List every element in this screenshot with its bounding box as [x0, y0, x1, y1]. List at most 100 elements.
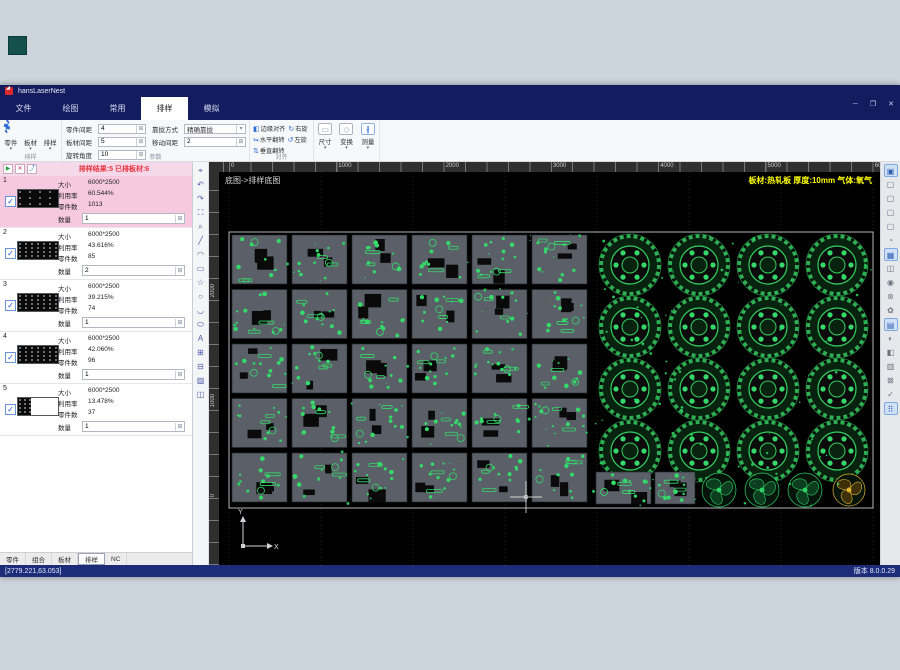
sheet-thumbnail[interactable] [17, 397, 59, 416]
tool-5-tool-icon[interactable]: ▢ [884, 220, 898, 233]
ribbon-part-button[interactable]: 零件 ▾ [2, 122, 20, 153]
tab-common[interactable]: 常用 [94, 97, 141, 120]
quantity-field[interactable]: ⊞ [82, 421, 185, 432]
rotate-left-button[interactable]: ↺左旋 [288, 135, 307, 144]
rotate-right-button[interactable]: ↻右旋 [288, 124, 307, 133]
dimension-button[interactable]: ▭ 尺寸 ▾ [316, 122, 334, 153]
text-tool-icon[interactable]: A [194, 332, 207, 345]
nest-result-item[interactable]: 5 ✓ 大小6000*2500 利用率13.478% 零件数37 数量 ⊞ [0, 384, 192, 436]
part-gap-input[interactable] [99, 125, 136, 133]
quantity-input[interactable] [83, 214, 175, 223]
approach-mode-select[interactable]: 精确靠拢 ▾ [184, 124, 246, 134]
line-tool-icon[interactable]: ╱ [194, 234, 207, 247]
params-tool-icon[interactable]: ✿ [884, 304, 898, 317]
checkbox-checked-icon[interactable]: ✓ [5, 248, 16, 259]
bottom-tab-nc[interactable]: NC [105, 553, 127, 565]
quantity-field[interactable]: ⊞ [82, 265, 185, 276]
zoom-fit-tool-icon[interactable]: ⛶ [194, 206, 207, 219]
columns-tool-icon[interactable]: ▥ [884, 360, 898, 373]
tool-2-tool-icon[interactable]: ▢ [884, 178, 898, 191]
target-tool-icon[interactable]: ◉ [884, 276, 898, 289]
nest-result-item[interactable]: 3 ✓ 大小6000*2500 利用率39.215% 零件数74 数量 ⊞ [0, 280, 192, 332]
quantity-input[interactable] [83, 318, 175, 327]
rectangle-tool-icon[interactable]: ▭ [194, 262, 207, 275]
array-tool-icon[interactable]: ⊞ [194, 346, 207, 359]
plate-gap-input[interactable] [99, 138, 136, 146]
flip-horizontal-button[interactable]: ⇋水平翻转 [253, 135, 285, 144]
nest-drawing[interactable]: XY [219, 172, 880, 565]
tool-3-tool-icon[interactable]: ▢ [884, 192, 898, 205]
arc-bottom-tool-icon[interactable]: ◡ [194, 304, 207, 317]
zoom-window-tool-icon[interactable]: ⌕ [194, 220, 207, 233]
spinner-icon[interactable]: ⊞ [175, 215, 184, 223]
merge-tool-icon[interactable]: ⊟ [194, 360, 207, 373]
chevron-down-icon[interactable]: ▾ [236, 125, 245, 133]
bottom-tab-groups[interactable]: 组合 [26, 553, 52, 565]
quantity-input[interactable] [83, 370, 175, 379]
circle-tool-icon[interactable]: ○ [194, 290, 207, 303]
select-tool-icon[interactable]: ⌖ [194, 164, 207, 177]
bottom-tab-nest[interactable]: 排样 [78, 553, 105, 565]
spinner-icon[interactable]: ⊞ [175, 423, 184, 431]
settings-tool-icon[interactable]: ⊛ [884, 290, 898, 303]
ribbon-plate-button[interactable]: 板材 ▾ [22, 122, 40, 153]
move-gap-input[interactable] [185, 138, 236, 146]
apply-tool-icon[interactable]: ✓ [884, 388, 898, 401]
split-view-tool-icon[interactable]: ◫ [884, 262, 898, 275]
maximize-button[interactable]: ❐ [870, 100, 876, 108]
remove-tool-icon[interactable]: ⊠ [884, 374, 898, 387]
arc-tool-icon[interactable]: ◠ [194, 248, 207, 261]
minimize-button[interactable]: ─ [853, 101, 858, 108]
quantity-input[interactable] [83, 266, 175, 275]
contrast-tool-icon[interactable]: ◐ [884, 332, 898, 345]
quantity-field[interactable]: ⊞ [82, 213, 185, 224]
checkbox-checked-icon[interactable]: ✓ [5, 300, 16, 311]
tab-simulate[interactable]: 模拟 [188, 97, 235, 120]
nest-result-item[interactable]: 4 ✓ 大小6000*2500 利用率42.060% 零件数96 数量 ⊞ [0, 332, 192, 384]
transform-button[interactable]: ◇ 变换 ▾ [337, 122, 355, 153]
edge-align-button[interactable]: ◧边缘对齐 [253, 124, 285, 133]
nest-canvas[interactable]: XY 底图->排样底图 板材:热轧板 厚度:10mm 气体:氧气 [219, 172, 880, 565]
result-run-icon[interactable]: ▶ [3, 164, 13, 174]
panel-left-tool-icon[interactable]: ◧ [884, 346, 898, 359]
more-tool-icon[interactable]: ⠿ [884, 402, 898, 415]
ellipse-tool-icon[interactable]: ⬭ [194, 318, 207, 331]
result-export-icon[interactable]: ⤴ [27, 164, 37, 174]
part-gap-field[interactable]: ⊞ [98, 124, 146, 134]
desktop-shortcut[interactable] [8, 36, 27, 55]
checkbox-checked-icon[interactable]: ✓ [5, 196, 16, 207]
quantity-field[interactable]: ⊞ [82, 317, 185, 328]
ribbon-nest-button[interactable]: 排样 ▾ [41, 122, 59, 153]
tab-draw[interactable]: 绘图 [47, 97, 94, 120]
close-button[interactable]: ✕ [888, 100, 894, 108]
hatch-tool-icon[interactable]: ▨ [194, 374, 207, 387]
tab-file[interactable]: 文件 [0, 97, 47, 120]
sheet-thumbnail[interactable] [17, 293, 59, 312]
tab-nest[interactable]: 排样 [141, 97, 188, 120]
keypad-icon[interactable]: ⊞ [236, 138, 245, 146]
checkbox-checked-icon[interactable]: ✓ [5, 404, 16, 415]
keypad-icon[interactable]: ⊞ [136, 138, 145, 146]
move-gap-field[interactable]: ⊞ [184, 137, 246, 147]
list-view-tool-icon[interactable]: ▤ [884, 318, 898, 331]
checkbox-checked-icon[interactable]: ✓ [5, 352, 16, 363]
sheet-thumbnail[interactable] [17, 345, 59, 364]
quantity-input[interactable] [83, 422, 175, 431]
nest-result-item[interactable]: 2 ✓ 大小6000*2500 利用率43.616% 零件数85 数量 ⊞ [0, 228, 192, 280]
measure-button[interactable]: ∦ 测量 ▾ [359, 122, 377, 153]
nest-result-item[interactable]: 1 ✓ 大小6000*2500 利用率60.544% 零件数1013 数量 ⊞ [0, 176, 192, 228]
bottom-tab-parts[interactable]: 零件 [0, 553, 26, 565]
mirror-tool-icon[interactable]: ◫ [194, 388, 207, 401]
star-tool-icon[interactable]: ☆ [194, 276, 207, 289]
sheet-thumbnail[interactable] [17, 189, 59, 208]
sheet-thumbnail[interactable] [17, 241, 59, 260]
grid-view-tool-icon[interactable]: ▦ [884, 248, 898, 261]
quantity-field[interactable]: ⊞ [82, 369, 185, 380]
preview-tool-icon[interactable]: ◔ [884, 234, 898, 247]
plate-gap-field[interactable]: ⊞ [98, 137, 146, 147]
fit-sheet-tool-icon[interactable]: ▣ [884, 164, 898, 177]
keypad-icon[interactable]: ⊞ [136, 125, 145, 133]
bottom-tab-plates[interactable]: 板材 [52, 553, 78, 565]
tool-4-tool-icon[interactable]: ▢ [884, 206, 898, 219]
undo-tool-icon[interactable]: ↶ [194, 178, 207, 191]
